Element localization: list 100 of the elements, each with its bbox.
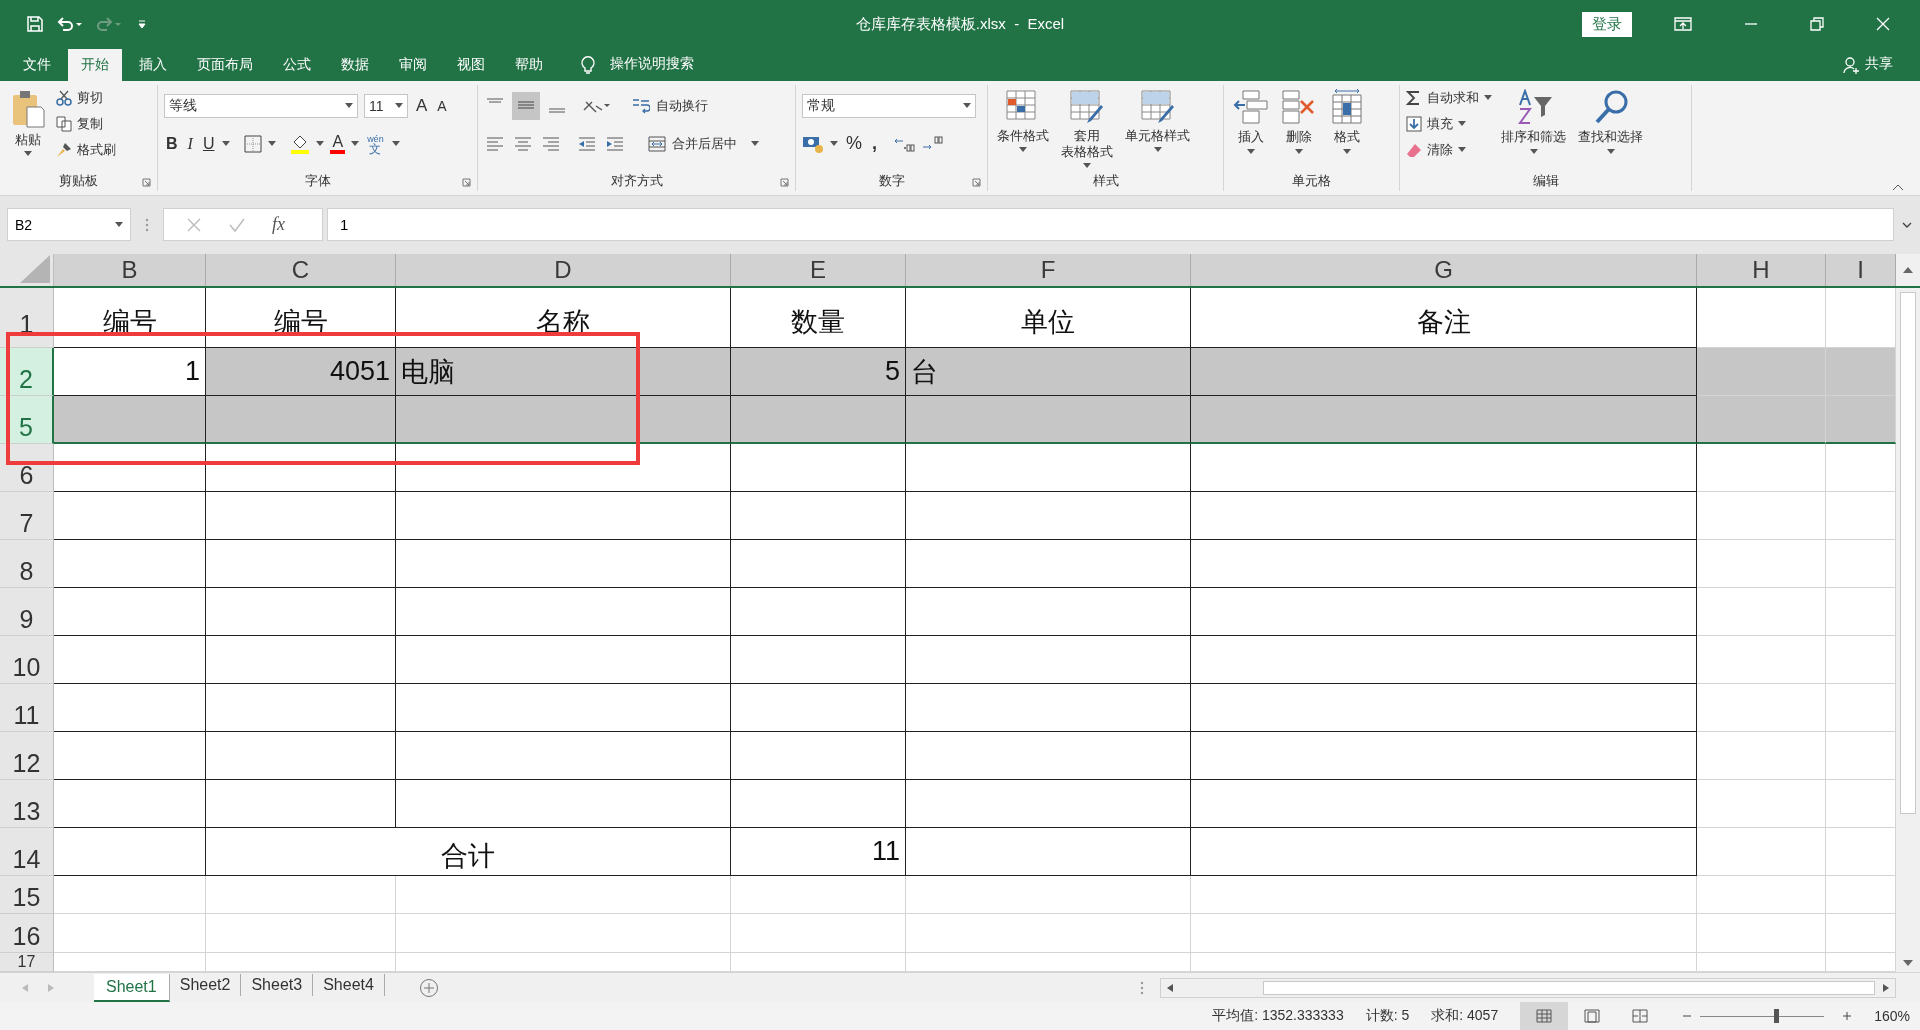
column-header[interactable]: E bbox=[731, 254, 906, 286]
percent-button[interactable]: % bbox=[844, 133, 864, 154]
font-size-field[interactable]: 11 bbox=[364, 93, 408, 118]
currency-icon[interactable] bbox=[802, 134, 824, 153]
bold-button[interactable]: B bbox=[164, 134, 180, 153]
ribbon-tab[interactable]: 页面布局 bbox=[184, 48, 266, 81]
ribbon-tab[interactable]: 公式 bbox=[270, 48, 324, 81]
ribbon-display-icon[interactable] bbox=[1674, 17, 1692, 32]
merge-center-button[interactable]: 合并后居中 bbox=[672, 134, 737, 153]
caret-icon[interactable] bbox=[1458, 147, 1466, 152]
caret-icon[interactable] bbox=[1458, 121, 1466, 126]
wrap-text-button[interactable]: 自动换行 bbox=[656, 96, 708, 115]
dialog-launcher-icon[interactable] bbox=[780, 178, 789, 188]
close-icon[interactable] bbox=[1876, 17, 1890, 32]
save-icon[interactable] bbox=[27, 16, 43, 33]
row-header[interactable]: 16 bbox=[0, 914, 54, 953]
editing-command[interactable]: 填充 bbox=[1406, 112, 1492, 135]
expand-icon[interactable] bbox=[1902, 221, 1912, 228]
font-color-button[interactable]: A bbox=[330, 133, 346, 154]
column-header[interactable]: D bbox=[396, 254, 731, 286]
caret-icon[interactable] bbox=[24, 150, 32, 156]
drag-handle-icon[interactable] bbox=[145, 217, 149, 232]
undo-icon[interactable] bbox=[57, 16, 83, 33]
row-header[interactable]: 17 bbox=[0, 953, 54, 972]
sheet-tab[interactable]: Sheet1 bbox=[94, 973, 170, 1002]
share-button[interactable]: 共享 bbox=[1865, 54, 1893, 73]
sheet-tab[interactable]: Sheet2 bbox=[169, 973, 242, 996]
row-header[interactable]: 12 bbox=[0, 732, 54, 780]
column-header[interactable]: B bbox=[54, 254, 206, 286]
caret-icon[interactable] bbox=[351, 141, 360, 146]
caret-icon[interactable] bbox=[1247, 148, 1255, 154]
clipboard-command[interactable]: 格式刷 bbox=[56, 138, 116, 161]
style-command[interactable]: 套用 表格格式 bbox=[1058, 84, 1116, 168]
scroll-up-icon[interactable] bbox=[1903, 267, 1913, 273]
caret-icon[interactable] bbox=[1484, 95, 1492, 100]
formula-field[interactable]: 1 bbox=[327, 208, 1894, 242]
increase-indent-icon[interactable] bbox=[604, 134, 626, 153]
middle-align-icon[interactable] bbox=[512, 91, 540, 120]
row-header[interactable]: 14 bbox=[0, 828, 54, 876]
add-sheet-icon[interactable] bbox=[418, 977, 439, 998]
check-icon[interactable] bbox=[228, 216, 246, 233]
vertical-scrollbar[interactable] bbox=[1900, 292, 1916, 814]
lightbulb-icon[interactable] bbox=[580, 53, 596, 74]
caret-icon[interactable] bbox=[1343, 148, 1351, 154]
ribbon-tab[interactable]: 文件 bbox=[10, 48, 64, 81]
italic-button[interactable]: I bbox=[185, 134, 195, 153]
caret-icon[interactable] bbox=[963, 103, 971, 108]
cells-command[interactable]: 删除 bbox=[1278, 84, 1320, 154]
editing-command[interactable]: 清除 bbox=[1406, 138, 1492, 161]
merge-icon[interactable] bbox=[648, 135, 666, 152]
dialog-launcher-icon[interactable] bbox=[142, 178, 151, 188]
row-header[interactable]: 15 bbox=[0, 876, 54, 914]
clipboard-command[interactable]: 剪切 bbox=[56, 86, 116, 109]
editing-command[interactable]: 自动求和 bbox=[1406, 86, 1492, 109]
dialog-launcher-icon[interactable] bbox=[462, 178, 471, 188]
caret-icon[interactable] bbox=[222, 141, 231, 146]
caret-icon[interactable] bbox=[1083, 162, 1091, 168]
style-command[interactable]: 条件格式 bbox=[994, 84, 1052, 152]
caret-icon[interactable] bbox=[830, 141, 838, 146]
scroll-right-icon[interactable] bbox=[1883, 983, 1889, 992]
row-header[interactable]: 11 bbox=[0, 684, 54, 732]
number-format-field[interactable]: 常规 bbox=[802, 93, 976, 118]
caret-icon[interactable] bbox=[345, 103, 353, 108]
caret-icon[interactable] bbox=[1019, 146, 1027, 152]
row-header[interactable]: 10 bbox=[0, 636, 54, 684]
shrink-font-button[interactable]: A bbox=[435, 97, 449, 114]
row-header[interactable]: 8 bbox=[0, 540, 54, 588]
sheet-tab[interactable]: Sheet3 bbox=[241, 973, 314, 996]
dialog-launcher-icon[interactable] bbox=[972, 178, 981, 188]
caret-icon[interactable] bbox=[1606, 148, 1615, 154]
scroll-left-icon[interactable] bbox=[1167, 983, 1173, 992]
collapse-ribbon-icon[interactable] bbox=[1892, 184, 1904, 192]
editing-command[interactable]: 排序和筛选 bbox=[1498, 84, 1569, 154]
cells-command[interactable]: 插入 bbox=[1230, 84, 1272, 154]
underline-button[interactable]: U bbox=[200, 134, 217, 153]
zoom-in-icon[interactable] bbox=[1842, 1011, 1853, 1021]
caret-icon[interactable] bbox=[316, 141, 325, 146]
caret-icon[interactable] bbox=[391, 141, 400, 146]
sign-in-button[interactable]: 登录 bbox=[1582, 11, 1632, 37]
clipboard-command[interactable]: 复制 bbox=[56, 112, 116, 135]
restore-icon[interactable] bbox=[1810, 17, 1824, 32]
font-name-field[interactable]: 等线 bbox=[164, 93, 358, 118]
paste-button[interactable]: 粘贴 bbox=[15, 130, 41, 149]
fill-color-icon[interactable] bbox=[290, 133, 311, 154]
row-header[interactable]: 2 bbox=[0, 348, 54, 396]
row-header[interactable]: 5 bbox=[0, 396, 54, 444]
tell-me-search[interactable]: 操作说明搜索 bbox=[610, 54, 694, 73]
ribbon-tab[interactable]: 开始 bbox=[68, 48, 122, 81]
caret-icon[interactable] bbox=[1295, 148, 1303, 154]
caret-icon[interactable] bbox=[1529, 148, 1538, 154]
caret-icon[interactable] bbox=[268, 141, 277, 146]
clipboard-icon[interactable] bbox=[11, 88, 45, 129]
row-header[interactable]: 9 bbox=[0, 588, 54, 636]
ribbon-tab[interactable]: 帮助 bbox=[502, 48, 556, 81]
editing-command[interactable]: 查找和选择 bbox=[1575, 84, 1646, 154]
wrap-text-icon[interactable] bbox=[632, 96, 650, 115]
phonetic-button[interactable]: wén 文 bbox=[365, 133, 386, 154]
comma-button[interactable]: , bbox=[870, 133, 880, 154]
style-command[interactable]: 单元格样式 bbox=[1122, 84, 1193, 152]
caret-icon[interactable] bbox=[115, 222, 123, 228]
